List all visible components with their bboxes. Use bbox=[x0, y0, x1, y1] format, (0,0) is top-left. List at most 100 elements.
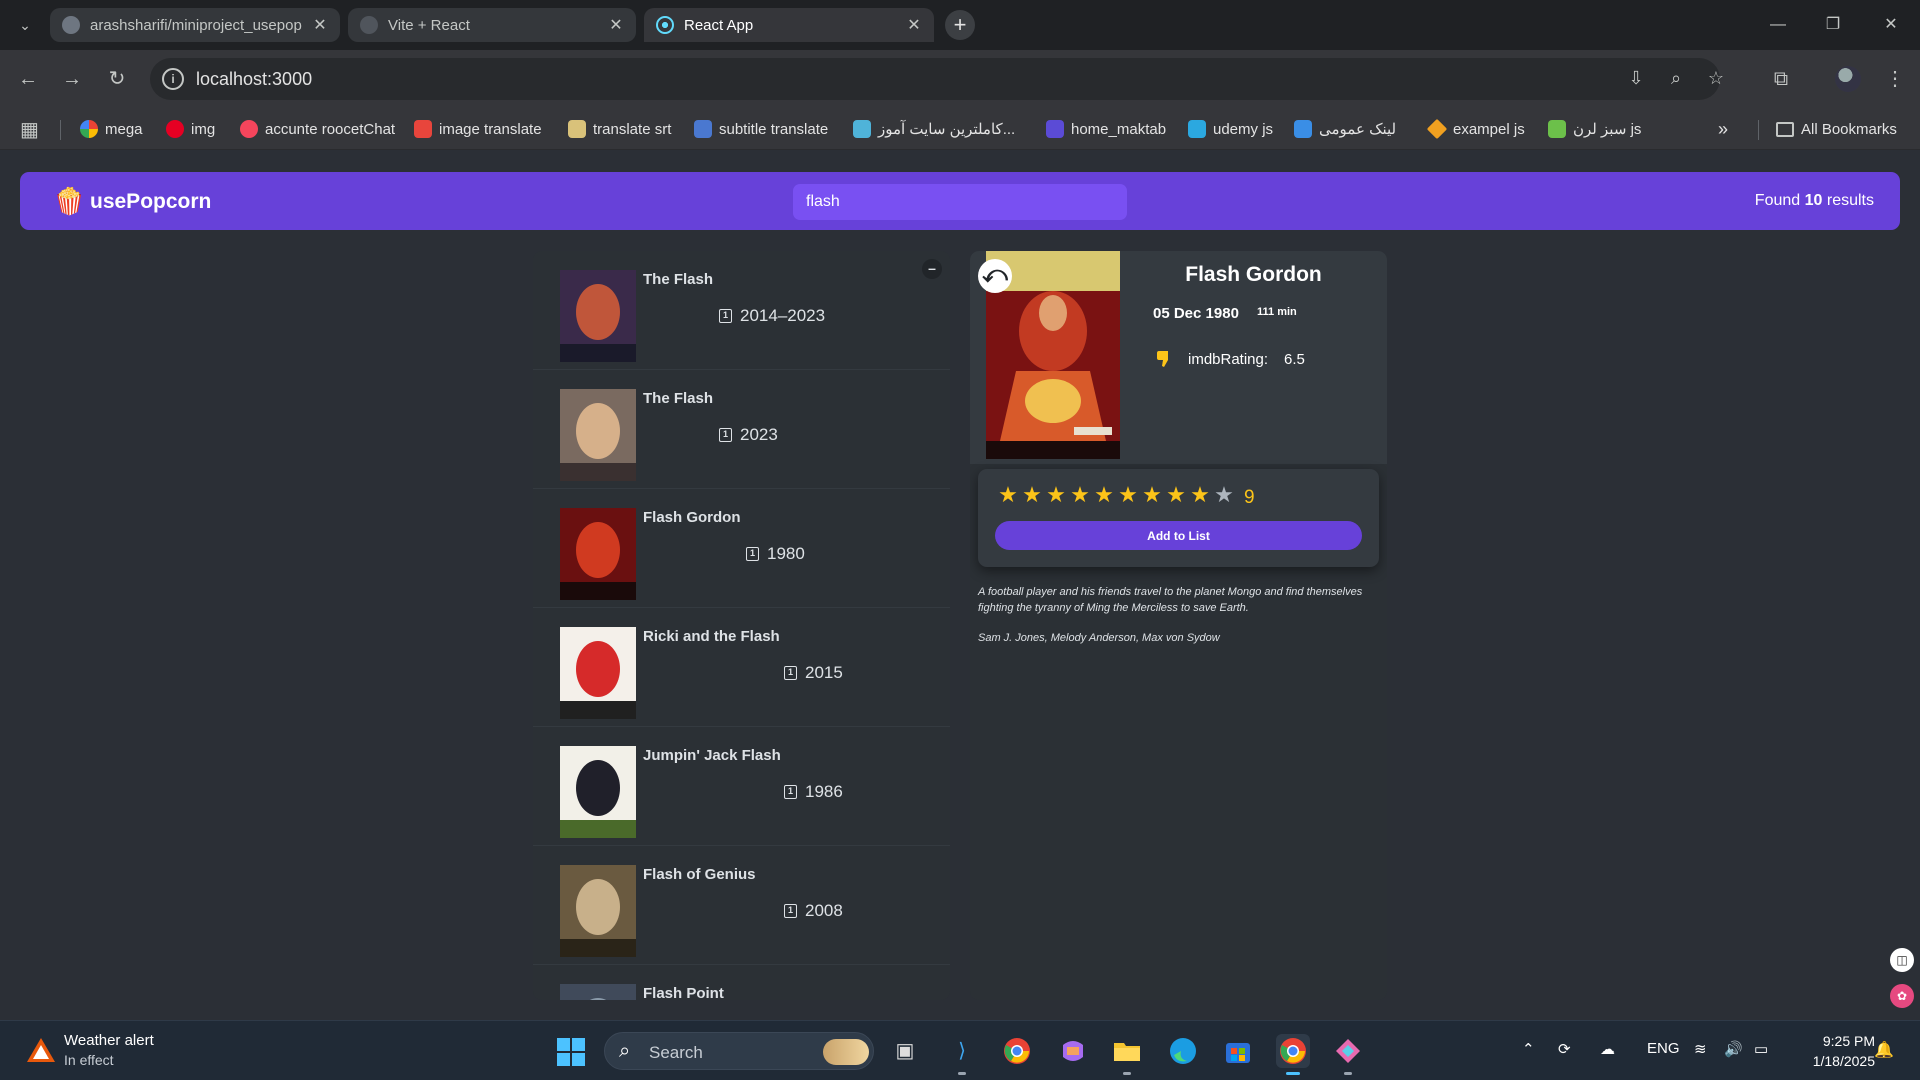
movie-list-item[interactable]: Ricki and the Flash 1 2015 bbox=[533, 608, 950, 727]
bookmark-star-icon[interactable]: ☆ bbox=[1704, 68, 1728, 90]
results-suffix: results bbox=[1826, 192, 1874, 209]
movie-list-item[interactable]: Flash Gordon 1 1980 bbox=[533, 489, 950, 608]
volume-icon[interactable]: 🔊 bbox=[1724, 1040, 1743, 1058]
system-clock[interactable]: 9:25 PM 1/18/2025 bbox=[1795, 1031, 1875, 1071]
weather-title[interactable]: Weather alert bbox=[64, 1032, 154, 1049]
bookmark-item[interactable]: home_maktab bbox=[1046, 116, 1166, 142]
bookmark-item[interactable]: translate srt bbox=[568, 116, 671, 142]
close-tab-icon[interactable]: ✕ bbox=[904, 15, 924, 35]
bookmarks-divider bbox=[1758, 120, 1759, 140]
wifi-icon[interactable]: ≋ bbox=[1694, 1040, 1707, 1058]
menu-kebab-icon[interactable]: ⋮ bbox=[1880, 64, 1910, 94]
star-icon[interactable]: ★ bbox=[1092, 483, 1116, 507]
close-tab-icon[interactable]: ✕ bbox=[310, 15, 330, 35]
star-icon[interactable]: ★ bbox=[1020, 483, 1044, 507]
movie-list-item[interactable]: The Flash 1 2023 bbox=[533, 370, 950, 489]
movie-year-text: 2015 bbox=[805, 663, 843, 682]
bookmark-item[interactable]: سبز لرن js bbox=[1548, 116, 1641, 142]
bookmark-item[interactable]: udemy js bbox=[1188, 116, 1273, 142]
back-button[interactable]: ⤺ bbox=[978, 259, 1012, 293]
taskbar-search[interactable]: ⌕ Search bbox=[604, 1032, 874, 1070]
thumbs-down-icon bbox=[1157, 351, 1168, 367]
profile-avatar[interactable] bbox=[1835, 66, 1861, 92]
movie-list-item[interactable]: Flash of Genius 1 2008 bbox=[533, 846, 950, 965]
movie-list-item[interactable]: Flash Point bbox=[533, 965, 950, 1000]
add-to-list-button[interactable]: Add to List bbox=[995, 521, 1362, 550]
install-app-icon[interactable]: ⇩ bbox=[1624, 68, 1648, 90]
bookmark-item[interactable]: لینک عمومی bbox=[1294, 116, 1396, 142]
site-info-icon[interactable]: i bbox=[162, 68, 184, 90]
star-icon[interactable]: ★ bbox=[1188, 483, 1212, 507]
star-icon[interactable]: ★ bbox=[996, 483, 1020, 507]
microsoft-store-icon[interactable] bbox=[1221, 1034, 1255, 1068]
tab-vite-react[interactable]: Vite + React ✕ bbox=[348, 8, 636, 42]
restore-icon[interactable]: ❐ bbox=[1813, 10, 1853, 40]
bookmark-item[interactable]: accunte roocetChat bbox=[240, 116, 395, 142]
minimize-icon[interactable]: — bbox=[1758, 10, 1798, 40]
tab-github[interactable]: arashsharifi/miniproject_usepop ✕ bbox=[50, 8, 340, 42]
weather-alert-icon[interactable] bbox=[26, 1036, 56, 1064]
reader-mode-icon[interactable]: ◫ bbox=[1890, 948, 1914, 972]
tray-chevron-up-icon[interactable]: ⌃ bbox=[1522, 1040, 1535, 1058]
copilot-icon[interactable] bbox=[1056, 1034, 1090, 1068]
file-explorer-icon[interactable] bbox=[1110, 1034, 1144, 1075]
bookmark-label: mega bbox=[105, 120, 143, 138]
release-date: 05 Dec 1980 bbox=[1153, 305, 1239, 322]
notification-bell-icon[interactable]: 🔔 bbox=[1874, 1040, 1894, 1060]
forward-arrow-icon[interactable]: → bbox=[57, 64, 87, 94]
movie-list-item[interactable]: Jumpin' Jack Flash 1 1986 bbox=[533, 727, 950, 846]
movie-list-item[interactable]: The Flash 1 2014–2023 bbox=[533, 251, 950, 370]
tab-search-chevron-icon[interactable]: ⌄ bbox=[12, 12, 38, 38]
browser-toolbar: ← → ↻ i localhost:3000 ⇩ ⌕ ☆ ⧉ ⋮ bbox=[0, 50, 1920, 108]
collapse-list-button[interactable]: – bbox=[922, 259, 942, 279]
movie-year-text: 2023 bbox=[740, 425, 778, 444]
apps-grid-icon[interactable]: ▦ bbox=[20, 116, 39, 142]
new-tab-button[interactable]: + bbox=[945, 10, 975, 40]
bookmark-item[interactable]: image translate bbox=[414, 116, 542, 142]
pinterest-icon bbox=[166, 120, 184, 138]
task-view-icon[interactable]: ▣ bbox=[888, 1034, 922, 1068]
zoom-icon[interactable]: ⌕ bbox=[1664, 68, 1688, 90]
language-indicator[interactable]: ENG bbox=[1647, 1040, 1680, 1057]
windows-start-icon[interactable] bbox=[556, 1037, 586, 1067]
vscode-icon[interactable]: ⟩ bbox=[945, 1034, 979, 1075]
movie-title: Flash Gordon bbox=[643, 509, 741, 526]
star-icon[interactable]: ★ bbox=[1212, 483, 1236, 507]
close-window-icon[interactable]: ✕ bbox=[1871, 10, 1911, 40]
bookmark-item[interactable]: mega bbox=[80, 116, 143, 142]
more-bookmarks-chevron-icon[interactable]: » bbox=[1718, 116, 1728, 142]
movie-title: Flash of Genius bbox=[643, 866, 756, 883]
assistant-icon[interactable]: ✿ bbox=[1890, 984, 1914, 1008]
close-tab-icon[interactable]: ✕ bbox=[606, 15, 626, 35]
battery-icon[interactable]: ▭ bbox=[1754, 1040, 1768, 1058]
app-diamond-icon[interactable] bbox=[1331, 1034, 1365, 1075]
edge-icon[interactable] bbox=[1166, 1034, 1200, 1068]
bookmark-item[interactable]: کاملترین سایت آموز... bbox=[853, 116, 1015, 142]
movie-year: 1 2023 bbox=[719, 425, 778, 445]
movie-year: 1 2008 bbox=[784, 901, 843, 921]
bookmark-item[interactable]: exampel js bbox=[1426, 116, 1525, 142]
chrome-icon[interactable] bbox=[1000, 1034, 1034, 1068]
chrome-active-icon[interactable] bbox=[1276, 1034, 1310, 1075]
star-icon[interactable]: ★ bbox=[1116, 483, 1140, 507]
reload-icon[interactable]: ↻ bbox=[102, 64, 132, 94]
movie-search-input[interactable] bbox=[793, 184, 1127, 220]
network-cloud-icon[interactable]: ☁ bbox=[1600, 1040, 1615, 1058]
movie-year-text: 2008 bbox=[805, 901, 843, 920]
udemy-icon bbox=[1188, 120, 1206, 138]
star-icon[interactable]: ★ bbox=[1044, 483, 1068, 507]
star-rating[interactable]: ★ ★ ★ ★ ★ ★ ★ ★ ★ ★ 9 bbox=[996, 483, 1254, 509]
sync-icon[interactable]: ⟳ bbox=[1558, 1040, 1571, 1058]
url-text[interactable]: localhost:3000 bbox=[196, 69, 312, 90]
back-arrow-icon[interactable]: ← bbox=[13, 64, 43, 94]
address-bar[interactable]: i localhost:3000 ⇩ ⌕ ☆ bbox=[150, 58, 1724, 100]
extensions-icon[interactable]: ⧉ bbox=[1766, 64, 1796, 94]
tab-react-app[interactable]: React App ✕ bbox=[644, 8, 934, 42]
bookmark-item[interactable]: img bbox=[166, 116, 215, 142]
star-icon[interactable]: ★ bbox=[1164, 483, 1188, 507]
all-bookmarks-folder[interactable]: All Bookmarks bbox=[1776, 116, 1897, 142]
leaf-icon bbox=[1548, 120, 1566, 138]
star-icon[interactable]: ★ bbox=[1068, 483, 1092, 507]
star-icon[interactable]: ★ bbox=[1140, 483, 1164, 507]
bookmark-item[interactable]: subtitle translate bbox=[694, 116, 828, 142]
